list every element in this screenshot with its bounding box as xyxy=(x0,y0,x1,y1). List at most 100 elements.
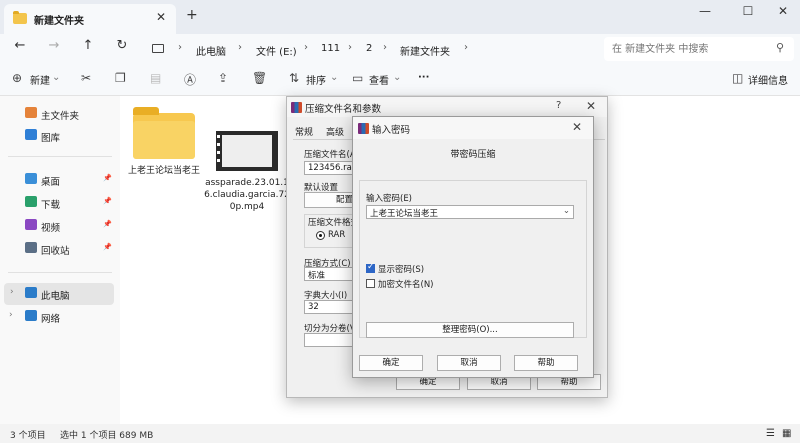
selection-info: 选中 1 个项目 689 MB xyxy=(60,431,154,441)
sidebar-item-videos[interactable]: 视频 📌 xyxy=(0,215,116,237)
sidebar-item-label: 图库 xyxy=(41,133,61,144)
details-button[interactable]: 详细信息 xyxy=(748,72,788,87)
video-thumbnail-icon xyxy=(216,131,278,171)
search-input[interactable] xyxy=(612,41,762,57)
archive-name-field[interactable]: 123456.rar xyxy=(304,161,356,175)
folder-icon xyxy=(133,107,195,159)
copy-icon[interactable]: ❐ xyxy=(115,71,126,85)
password-field[interactable]: 上老王论坛当老王 ⌄ xyxy=(366,205,574,219)
download-icon xyxy=(25,196,37,207)
encrypt-filenames-label: 加密文件名(N) xyxy=(378,280,434,290)
dialog-title: 压缩文件名和参数 xyxy=(305,104,382,115)
maximize-button[interactable]: ☐ xyxy=(738,4,758,18)
file-name: 上老王论坛当老王 xyxy=(127,166,200,176)
sidebar-item-gallery[interactable]: 图库 xyxy=(0,125,116,147)
tab-new-folder[interactable]: 新建文件夹 ✕ xyxy=(4,4,176,34)
show-password-checkbox[interactable] xyxy=(366,262,375,273)
sort-button[interactable]: 排序 xyxy=(306,72,326,87)
new-button[interactable]: 新建 xyxy=(30,72,50,87)
computer-icon xyxy=(25,287,37,298)
help-button[interactable]: 帮助 xyxy=(514,355,578,371)
breadcrumb-111[interactable]: 111 xyxy=(321,43,340,54)
chevron-down-icon: ⌄ xyxy=(52,72,61,83)
chevron-down-icon: ⌄ xyxy=(393,72,402,83)
sidebar-item-label: 回收站 xyxy=(41,246,70,257)
view-button[interactable]: 查看 xyxy=(369,72,389,87)
gallery-icon xyxy=(25,129,37,140)
breadcrumb-this-pc[interactable]: 此电脑 xyxy=(196,43,226,58)
cut-icon[interactable]: ✂ xyxy=(81,71,91,85)
sidebar-item-network[interactable]: › 网络 xyxy=(0,306,116,328)
list-view-icon[interactable]: ☰ xyxy=(766,428,775,439)
refresh-button[interactable]: ↻ xyxy=(113,38,131,53)
profiles-button[interactable]: 配置 xyxy=(304,192,356,208)
chevron-down-icon[interactable]: ⌄ xyxy=(563,206,570,216)
breadcrumb-drive-e[interactable]: 文件 (E:) xyxy=(256,43,297,58)
new-tab-button[interactable]: + xyxy=(186,7,198,23)
up-button[interactable]: ↑ xyxy=(79,38,97,53)
tab-advanced[interactable]: 高级 xyxy=(326,125,344,138)
sidebar-item-label: 桌面 xyxy=(41,177,61,188)
rar-radio[interactable] xyxy=(316,231,325,240)
chevron-right-icon[interactable]: › xyxy=(10,287,14,297)
dialog-heading: 带密码压缩 xyxy=(450,150,496,160)
dialog-close-button[interactable]: ✕ xyxy=(572,120,582,134)
breadcrumb-new-folder[interactable]: 新建文件夹 xyxy=(400,43,450,58)
sidebar-item-home[interactable]: 主文件夹 xyxy=(0,103,116,125)
search-box[interactable]: ⚲ xyxy=(604,37,794,61)
divider xyxy=(8,272,112,273)
tab-title: 新建文件夹 xyxy=(34,16,84,27)
folder-icon xyxy=(13,11,27,24)
file-item-video[interactable]: assparade.23.01.16.claudia.garcia.720p.m… xyxy=(203,131,291,213)
recycle-bin-icon xyxy=(25,242,37,253)
search-icon: ⚲ xyxy=(775,41,784,54)
network-icon xyxy=(25,310,37,321)
dialog-title-bar: 压缩文件名和参数 ? ✕ xyxy=(287,97,607,117)
delete-icon[interactable]: 🗑 xyxy=(252,71,267,85)
share-icon[interactable]: ⇪ xyxy=(218,71,228,85)
sidebar-item-label: 视频 xyxy=(41,223,61,234)
item-count: 3 个项目 xyxy=(10,431,46,441)
ok-button[interactable]: 确定 xyxy=(359,355,423,371)
details-pane-icon: ◫ xyxy=(732,71,744,85)
more-options-button[interactable]: ··· xyxy=(418,72,429,83)
navigation-pane: 主文件夹 图库 桌面 📌 下载 📌 视频 📌 回收站 📌 › 此电脑 › 网络 xyxy=(0,96,120,424)
cancel-button[interactable]: 取消 xyxy=(437,355,501,371)
password-value: 上老王论坛当老王 xyxy=(370,209,439,219)
sidebar-item-label: 主文件夹 xyxy=(41,111,80,122)
tile-view-icon[interactable]: ▦ xyxy=(782,428,791,439)
password-dialog: 输入密码 ✕ 带密码压缩 输入密码(E) 上老王论坛当老王 ⌄ 显示密码(S) … xyxy=(352,116,594,378)
sidebar-item-this-pc[interactable]: › 此电脑 xyxy=(4,283,114,305)
rename-icon[interactable]: Ⓐ xyxy=(184,71,196,88)
encrypt-filenames-checkbox[interactable] xyxy=(366,279,375,288)
pin-icon: 📌 xyxy=(103,243,112,251)
divider xyxy=(8,156,112,157)
home-icon xyxy=(25,107,37,118)
view-icon: ▭ xyxy=(352,71,364,85)
method-select[interactable]: 标准 xyxy=(304,267,356,281)
archive-name-label: 压缩文件名(A) xyxy=(304,150,359,160)
back-button[interactable]: ← xyxy=(11,38,29,53)
help-icon[interactable]: ? xyxy=(556,100,561,111)
file-item-folder[interactable]: 上老王论坛当老王 xyxy=(120,107,208,177)
tab-general[interactable]: 常规 xyxy=(295,125,313,138)
show-password-label: 显示密码(S) xyxy=(378,265,425,275)
minimize-button[interactable]: — xyxy=(695,4,715,18)
breadcrumb: › 此电脑 › 文件 (E:) › 111 › 2 › 新建文件夹 › xyxy=(178,42,468,58)
paste-icon[interactable]: ▤ xyxy=(150,71,161,85)
sidebar-item-downloads[interactable]: 下载 📌 xyxy=(0,192,116,214)
tab-close-button[interactable]: ✕ xyxy=(156,10,166,24)
organize-passwords-button[interactable]: 整理密码(O)... xyxy=(366,322,574,338)
dictionary-size-select[interactable]: 32 xyxy=(304,300,356,314)
winrar-icon xyxy=(358,123,369,134)
forward-button[interactable]: → xyxy=(45,38,63,53)
sidebar-item-desktop[interactable]: 桌面 📌 xyxy=(0,169,116,191)
close-window-button[interactable]: ✕ xyxy=(773,4,793,18)
split-volumes-field[interactable] xyxy=(304,333,356,347)
breadcrumb-2[interactable]: 2 xyxy=(366,43,372,54)
chevron-right-icon[interactable]: › xyxy=(9,310,13,320)
sidebar-item-label: 网络 xyxy=(41,314,61,325)
sidebar-item-recycle-bin[interactable]: 回收站 📌 xyxy=(0,238,116,260)
command-bar: ⊕ 新建 ⌄ ✂ ❐ ▤ Ⓐ ⇪ 🗑 ⇅ 排序 ⌄ ▭ 查看 ⌄ ··· ◫ 详… xyxy=(0,64,800,96)
dialog-close-button[interactable]: ✕ xyxy=(586,99,596,113)
